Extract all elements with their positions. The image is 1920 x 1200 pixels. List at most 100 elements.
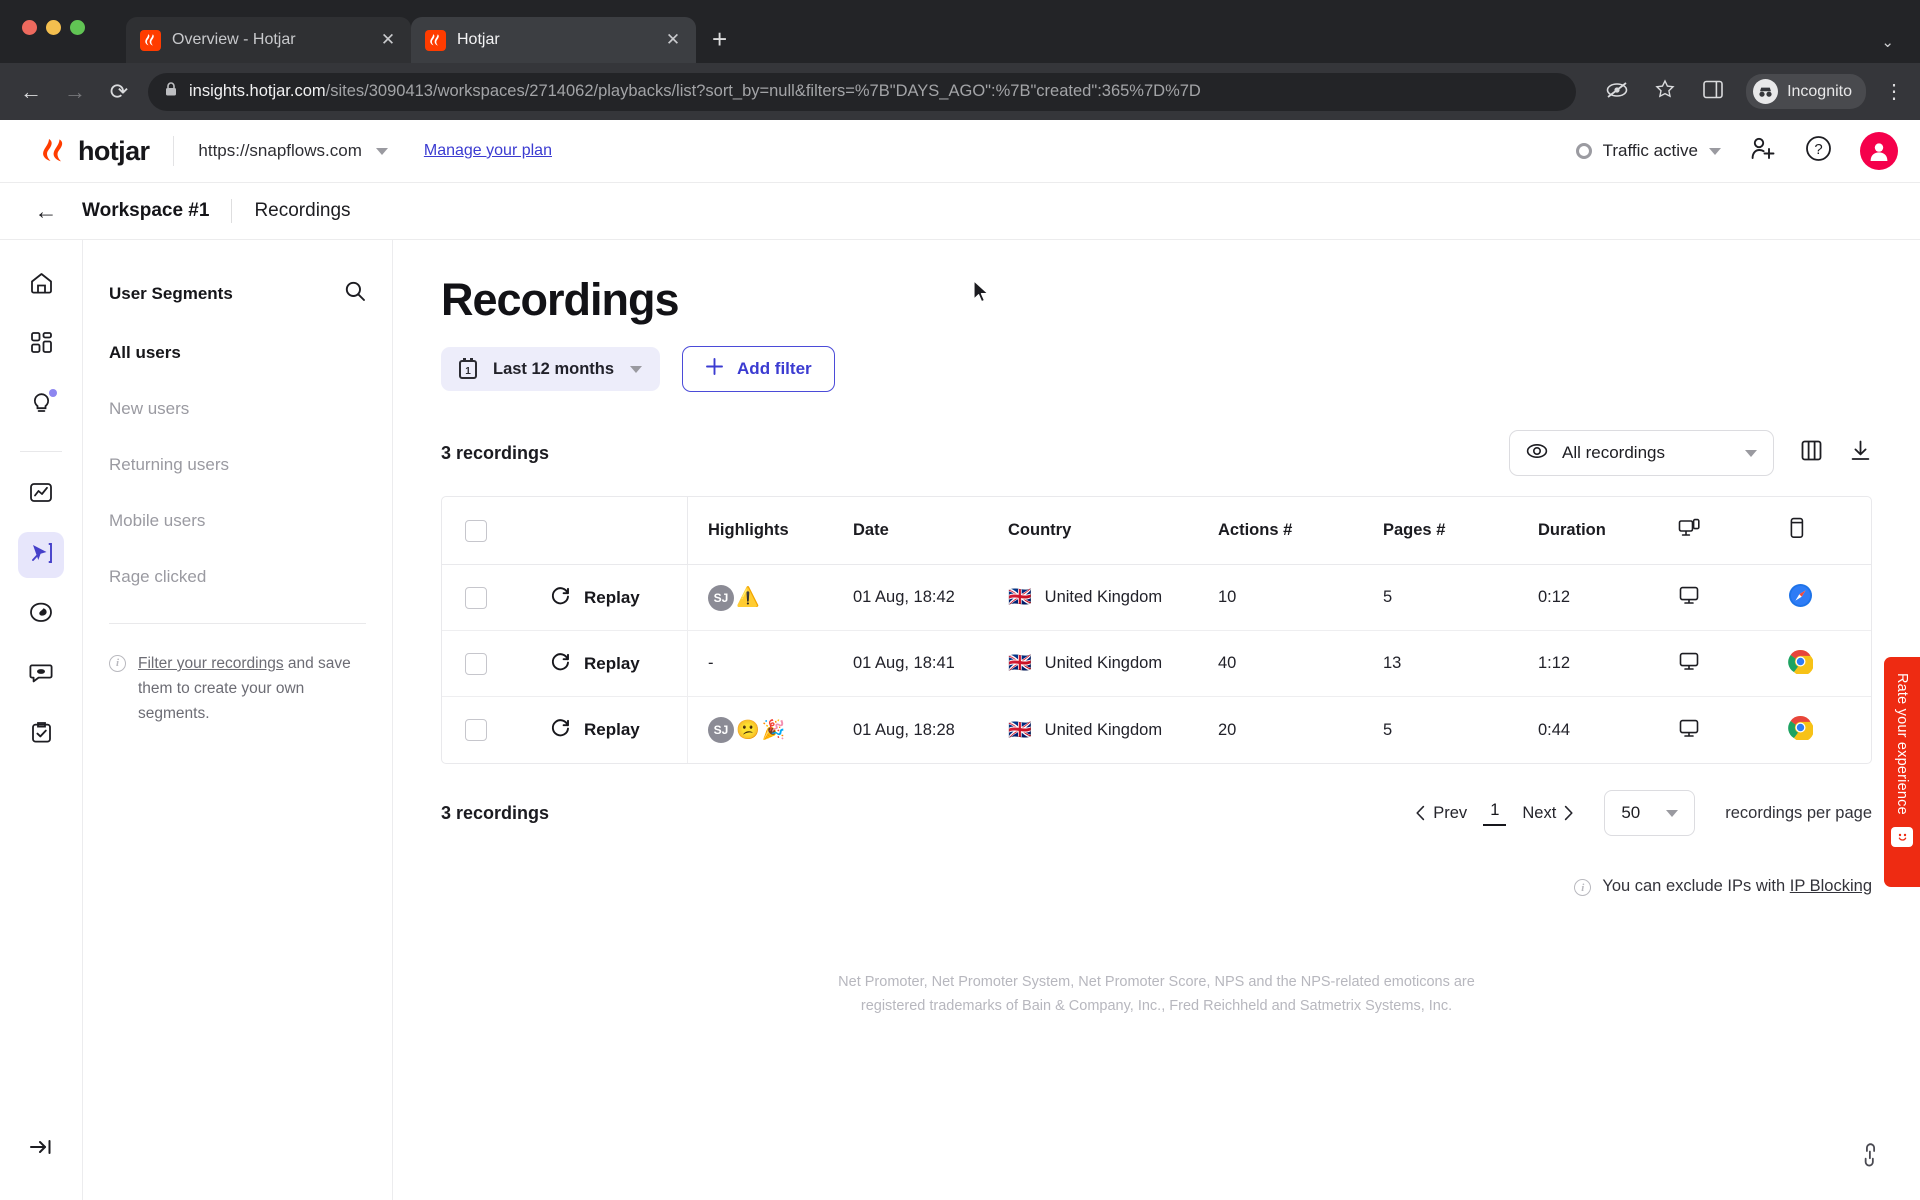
filter-recordings-link[interactable]: Filter your recordings <box>138 655 284 672</box>
select-all-checkbox[interactable] <box>465 519 487 542</box>
download-icon[interactable] <box>1849 439 1872 467</box>
table-row[interactable]: Replay SJ 😕 🎉 01 Aug, 18:28 🇬🇧 United Ki… <box>442 697 1871 763</box>
country-label: United Kingdom <box>1044 588 1163 606</box>
replay-button[interactable]: Replay <box>510 565 688 630</box>
site-selector[interactable]: https://snapflows.com <box>198 141 388 161</box>
sidebar-item-feedback[interactable] <box>18 652 64 698</box>
sidebar-item-returning-users[interactable]: Returning users <box>109 455 366 475</box>
traffic-status-dropdown[interactable]: Traffic active <box>1575 141 1721 161</box>
pagination: Prev 1 Next 50 recordings per page <box>1415 790 1872 836</box>
row-select-cell[interactable] <box>442 719 510 741</box>
dashboard-grid-icon <box>30 331 53 359</box>
bookmark-star-icon[interactable] <box>1650 78 1680 105</box>
table-row[interactable]: Replay - 01 Aug, 18:41 🇬🇧 United Kingdom… <box>442 631 1871 697</box>
table-row[interactable]: Replay SJ ⚠️ 01 Aug, 18:42 🇬🇧 United Kin… <box>442 565 1871 631</box>
manage-plan-link[interactable]: Manage your plan <box>424 142 552 160</box>
replay-button[interactable]: Replay <box>510 697 688 763</box>
date-range-filter[interactable]: 1 Last 12 months <box>441 347 661 391</box>
per-page-select[interactable]: 50 <box>1604 790 1696 836</box>
sidebar-item-heatmaps[interactable] <box>18 592 64 638</box>
per-page-label: recordings per page <box>1725 803 1872 822</box>
new-tab-button[interactable]: + <box>712 24 727 55</box>
breadcrumb-current: Recordings <box>254 200 351 221</box>
address-bar[interactable]: insights.hotjar.com/sites/3090413/worksp… <box>148 72 1577 111</box>
select-all-cell[interactable] <box>442 519 510 542</box>
highlights-cell[interactable]: SJ ⚠️ <box>688 584 853 611</box>
side-panel-icon[interactable] <box>1698 79 1728 105</box>
user-avatar-icon[interactable] <box>1860 132 1898 170</box>
confused-emoji: 😕 <box>736 719 760 741</box>
back-arrow-icon[interactable]: ← <box>32 198 60 225</box>
row-checkbox[interactable] <box>465 652 487 675</box>
replay-button[interactable]: Replay <box>510 631 688 696</box>
forward-button[interactable]: → <box>60 79 90 105</box>
avatar: SJ <box>708 584 734 611</box>
maximize-window-button[interactable] <box>70 20 85 35</box>
back-button[interactable]: ← <box>16 79 46 105</box>
browser-tab-overview[interactable]: Overview - Hotjar ✕ <box>126 17 411 63</box>
mouse-cursor <box>973 280 990 309</box>
highlights-cell[interactable]: SJ 😕 🎉 <box>688 717 853 743</box>
reload-button[interactable]: ⟳ <box>104 79 134 105</box>
table-footer: 3 recordings Prev 1 Next 50 recordings p… <box>441 790 1872 836</box>
sidebar-item-recordings[interactable] <box>18 532 64 578</box>
sidebar-item-home[interactable] <box>18 262 64 308</box>
column-header-actions[interactable]: Actions # <box>1218 521 1383 540</box>
row-checkbox[interactable] <box>465 719 487 741</box>
minimize-window-button[interactable] <box>46 20 61 35</box>
segments-hint: i Filter your recordings and save them t… <box>109 652 366 726</box>
page-title: Recordings <box>441 274 680 325</box>
sidebar-item-new-users[interactable]: New users <box>109 399 366 419</box>
column-header-country[interactable]: Country <box>1008 521 1218 540</box>
hide-icon[interactable] <box>1602 79 1632 105</box>
chevron-down-icon[interactable]: ⌄ <box>1881 33 1894 51</box>
info-icon: i <box>1574 879 1592 896</box>
columns-icon[interactable] <box>1800 439 1823 467</box>
close-icon[interactable]: ✕ <box>379 30 397 50</box>
add-filter-button[interactable]: Add filter <box>682 346 835 392</box>
sidebar-item-rage-clicked[interactable]: Rage clicked <box>109 567 366 587</box>
sidebar-item-dashboards[interactable] <box>18 322 64 368</box>
sidebar-item-surveys[interactable] <box>18 712 64 758</box>
rate-experience-widget[interactable]: Rate your experience <box>1884 657 1920 887</box>
question-mark-icon[interactable]: ? <box>1805 135 1832 167</box>
column-header-highlights[interactable]: Highlights <box>688 521 853 540</box>
recordings-view-select[interactable]: All recordings <box>1509 430 1774 476</box>
ip-blocking-link[interactable]: IP Blocking <box>1790 877 1872 895</box>
window-traffic-lights[interactable] <box>22 20 85 35</box>
add-user-icon[interactable] <box>1749 136 1777 167</box>
pages-cell: 5 <box>1383 720 1393 739</box>
replay-icon <box>550 717 571 743</box>
sidebar-item-mobile-users[interactable]: Mobile users <box>109 511 366 531</box>
hotjar-logo[interactable]: hotjar <box>40 136 150 167</box>
breadcrumb-workspace[interactable]: Workspace #1 <box>82 200 209 222</box>
plus-icon <box>705 357 724 381</box>
row-checkbox[interactable] <box>465 586 487 609</box>
incognito-indicator[interactable]: Incognito <box>1746 74 1866 109</box>
hotjar-flame-icon <box>43 139 63 162</box>
row-select-cell[interactable] <box>442 652 510 675</box>
next-page-button[interactable]: Next <box>1522 804 1574 823</box>
column-header-pages[interactable]: Pages # <box>1383 521 1538 540</box>
collapse-sidebar-icon[interactable] <box>28 1137 54 1162</box>
sidebar-item-all-users[interactable]: All users <box>109 343 366 363</box>
page-number-1[interactable]: 1 <box>1483 801 1507 826</box>
column-header-duration[interactable]: Duration <box>1538 521 1678 540</box>
flag-icon: 🇬🇧 <box>1008 653 1032 674</box>
sidebar-item-highlights[interactable] <box>18 382 64 428</box>
column-header-date[interactable]: Date <box>853 521 1008 540</box>
prev-page-button[interactable]: Prev <box>1415 804 1467 823</box>
chevron-down-icon <box>1666 809 1679 817</box>
browser-tab-hotjar[interactable]: Hotjar ✕ <box>411 17 696 63</box>
close-icon[interactable]: ✕ <box>664 30 682 50</box>
row-select-cell[interactable] <box>442 586 510 609</box>
browser-tabstrip: Overview - Hotjar ✕ Hotjar ✕ + ⌄ <box>0 0 1920 63</box>
search-icon[interactable] <box>344 280 366 307</box>
divider <box>20 451 62 452</box>
desktop-icon <box>1678 651 1700 676</box>
close-window-button[interactable] <box>22 20 37 35</box>
browser-menu-button[interactable]: ⋮ <box>1884 82 1904 102</box>
browser-toolbar: ← → ⟳ insights.hotjar.com/sites/3090413/… <box>0 63 1920 120</box>
recordings-table: Highlights Date Country Actions # Pages … <box>441 496 1872 764</box>
sidebar-item-trends[interactable] <box>18 472 64 518</box>
